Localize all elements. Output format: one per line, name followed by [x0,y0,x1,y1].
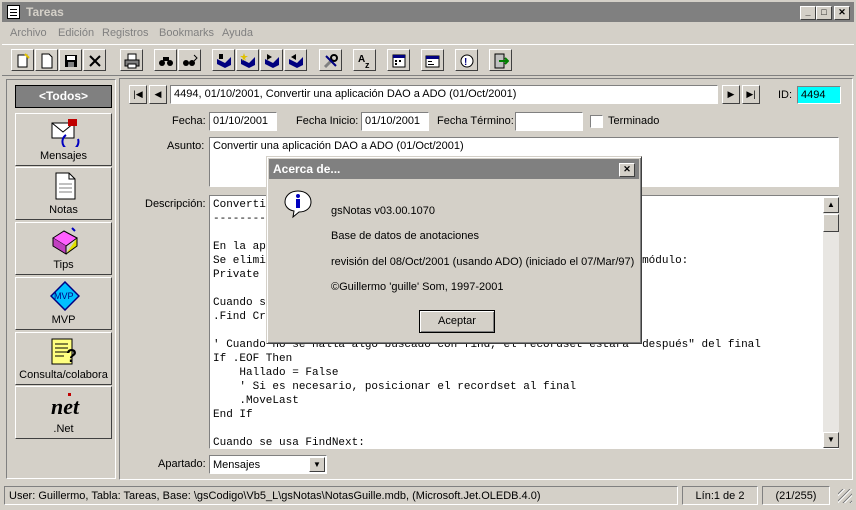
mail-icon [51,119,80,147]
help-icon[interactable]: ! [455,49,478,71]
accept-button[interactable]: Aceptar [419,310,495,333]
dialog-description: Base de datos de anotaciones [331,230,480,242]
info-icon [284,190,312,219]
terminado-label: Terminado [608,115,660,127]
menu-bookmarks[interactable]: Bookmarks [159,27,214,39]
sidebar-item-label: MVP [51,314,76,326]
dialog-close-button[interactable]: ✕ [619,163,635,177]
status-count: (21/255) [762,486,830,505]
sidebar-item-mvp[interactable]: MVP MVP [15,277,112,330]
properties-icon[interactable] [421,49,444,71]
dialog-revision: revisión del 08/Oct/2001 (usando ADO) (i… [331,256,635,268]
fecha-inicio-label: Fecha Inicio: [296,115,359,127]
bookmark-add-icon[interactable] [236,49,259,71]
maximize-button[interactable]: □ [816,6,832,20]
menu-ayuda[interactable]: Ayuda [222,27,253,39]
scroll-down-button[interactable]: ▼ [823,432,839,448]
sidebar-item-tips[interactable]: Tips [15,222,112,275]
apartado-label: Apartado: [158,458,206,470]
scroll-up-button[interactable]: ▲ [823,197,839,213]
exit-icon[interactable] [489,49,512,71]
scroll-thumb[interactable] [823,214,839,232]
fecha-inicio-field[interactable]: 01/10/2001 [361,112,429,131]
new-icon[interactable] [11,49,34,71]
toolbar: Az ! [2,44,854,76]
first-record-button[interactable]: |◀ [129,85,147,104]
apartado-value: Mensajes [213,459,261,471]
sidebar-item-label: Notas [49,204,78,216]
sidebar-item-notas[interactable]: Notas [15,167,112,220]
chevron-down-icon[interactable]: ▼ [309,457,325,472]
new-doc-icon[interactable] [35,49,58,71]
sort-az-icon[interactable]: Az [353,49,376,71]
category-sidebar: <Todos> Mensajes Notas Tips MVP MVP ? Co… [6,79,116,479]
id-label: ID: [778,89,793,101]
status-line: Lín:1 de 2 [682,486,758,505]
apartado-select[interactable]: Mensajes ▼ [209,455,327,474]
window-title: Tareas [26,5,64,19]
find-icon[interactable] [154,49,177,71]
dialog-title: Acerca de... [273,162,341,176]
delete-icon[interactable] [83,49,106,71]
svg-text:?: ? [66,346,77,366]
id-field[interactable]: 4494 [797,86,841,104]
sidebar-item-label: Tips [53,259,74,271]
terminado-checkbox[interactable] [590,115,603,128]
menu-registros[interactable]: Registros [102,27,148,39]
fecha-termino-label: Fecha Término: [437,115,514,127]
tips-icon [52,227,78,255]
bookmark-next-icon[interactable] [260,49,283,71]
about-dialog: Acerca de... ✕ gsNotas v03.00.1070 Base … [266,156,642,344]
asunto-label: Asunto: [167,140,205,152]
title-bar[interactable]: Tareas _ □ ✕ [2,2,854,22]
menu-edicion[interactable]: Edición [58,27,94,39]
save-icon[interactable] [59,49,82,71]
sidebar-item-mensajes[interactable]: Mensajes [15,113,112,166]
tools-icon[interactable] [319,49,342,71]
sidebar-all-button[interactable]: <Todos> [15,85,112,108]
status-bar: User: Guillermo, Tabla: Tareas, Base: \g… [2,483,854,507]
dotnet-icon: net [51,393,80,419]
svg-text:MVP: MVP [54,291,74,301]
dialog-title-bar[interactable]: Acerca de... ✕ [269,159,639,179]
dialog-version: gsNotas v03.00.1070 [331,205,435,217]
last-record-button[interactable]: ▶| [742,85,760,104]
descripcion-scrollbar[interactable]: ▲ ▼ [823,197,839,448]
sidebar-item-consulta[interactable]: ? Consulta/colabora [15,332,112,385]
sidebar-item-label: Consulta/colabora [19,369,108,381]
note-icon [55,172,76,200]
dialog-copyright: ©Guillermo 'guille' Som, 1997-2001 [331,281,504,293]
bookmark-icon[interactable] [212,49,235,71]
fecha-termino-field[interactable] [515,112,583,131]
descripcion-label: Descripción: [145,198,206,210]
status-info: User: Guillermo, Tabla: Tareas, Base: \g… [4,486,678,505]
svg-text:!: ! [464,57,467,68]
notepad-icon[interactable] [7,5,20,19]
minimize-button[interactable]: _ [800,6,816,20]
next-record-button[interactable]: ▶ [722,85,740,104]
fecha-field[interactable]: 01/10/2001 [209,112,277,131]
main-window: Tareas _ □ ✕ Archivo Edición Registros B… [0,0,856,510]
svg-text:z: z [365,60,370,69]
print-icon[interactable] [120,49,143,71]
sidebar-item-net[interactable]: net .Net [15,386,112,439]
previous-record-button[interactable]: ◀ [149,85,167,104]
fecha-label: Fecha: [172,115,206,127]
record-selector[interactable]: 4494, 01/10/2001, Convertir una aplicaci… [170,85,718,104]
svg-text:net: net [51,394,80,419]
bookmark-prev-icon[interactable] [284,49,307,71]
query-icon: ? [51,338,77,366]
close-button[interactable]: ✕ [834,6,850,20]
sidebar-item-label: Mensajes [39,150,88,162]
find-next-icon[interactable] [178,49,201,71]
resize-grip[interactable] [838,489,852,503]
mvp-icon: MVP [50,281,80,311]
sidebar-item-label: .Net [53,423,74,435]
menu-bar: Archivo Edición Registros Bookmarks Ayud… [2,24,854,43]
calendar-icon[interactable] [387,49,410,71]
menu-archivo[interactable]: Archivo [10,27,47,39]
